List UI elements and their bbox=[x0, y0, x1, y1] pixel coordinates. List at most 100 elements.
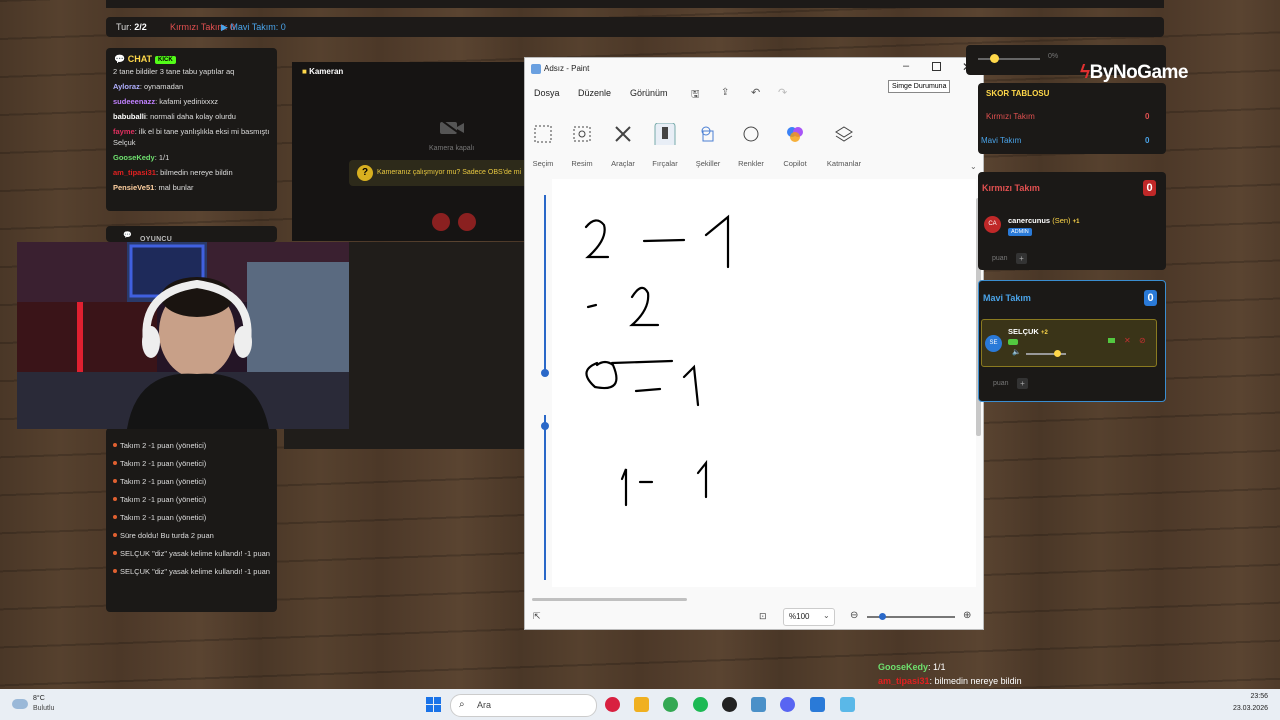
mic-toggle-button[interactable] bbox=[458, 213, 476, 231]
brush-size-slider[interactable] bbox=[537, 195, 553, 587]
chat-username[interactable]: am_tipasi31 bbox=[113, 168, 156, 177]
menu-duzenle[interactable]: Düzenle bbox=[578, 88, 611, 98]
player-chat-header[interactable]: 💬 OYUNCU SOHBETİ bbox=[106, 226, 277, 250]
menu-gorunum[interactable]: Görünüm bbox=[630, 88, 668, 98]
spotify-icon[interactable] bbox=[693, 697, 708, 712]
round-indicator: Tur: 2/2 bbox=[116, 22, 147, 32]
zoom-select[interactable]: %100 ⌄ bbox=[783, 608, 835, 626]
notepad-icon[interactable] bbox=[810, 697, 825, 712]
chat-username[interactable]: babuballi bbox=[113, 112, 146, 121]
palette-icon bbox=[743, 126, 759, 142]
windows-start-icon[interactable] bbox=[426, 697, 441, 712]
chat-message: am_tipasi31: bilmedin nereye bildin bbox=[113, 168, 233, 177]
discord-icon[interactable] bbox=[780, 697, 795, 712]
log-entry: Süre doldu! Bu turda 2 puan bbox=[112, 530, 272, 541]
paint-canvas[interactable] bbox=[552, 179, 976, 587]
windows-taskbar: 8°C Bulutlu ⌕ Ara 23:56 23.03.2026 bbox=[0, 689, 1280, 720]
log-entry: Takım 2 -1 puan (yönetici) bbox=[112, 512, 272, 523]
horizontal-scrollbar[interactable] bbox=[532, 598, 687, 601]
tool-katmanlar[interactable]: Katmanlar bbox=[824, 123, 864, 168]
copilot-icon bbox=[787, 127, 803, 142]
tool-resim[interactable]: Resim bbox=[567, 123, 597, 168]
mute-icon[interactable]: ✕ bbox=[1124, 336, 1131, 345]
search-placeholder: Ara bbox=[477, 700, 492, 710]
chat-message-list[interactable]: 2 tane bildiler 3 tane tabu yaptılar aq A… bbox=[113, 66, 271, 197]
volume-thumb[interactable] bbox=[990, 54, 999, 63]
camera-icon[interactable] bbox=[1108, 338, 1115, 343]
weather-desc[interactable]: Bulutlu bbox=[33, 705, 54, 712]
obs-icon[interactable] bbox=[722, 697, 737, 712]
overlay-chat-message: am_tipasi31: bilmedin nereye bildin bbox=[878, 676, 1022, 686]
webcam-image bbox=[17, 242, 349, 429]
settings-icon[interactable] bbox=[751, 697, 766, 712]
avatar: SE bbox=[985, 335, 1002, 352]
scoreboard-blue-score: 0 bbox=[1145, 136, 1150, 145]
volume-slider[interactable] bbox=[978, 58, 1040, 60]
chat-username[interactable]: PensieVe51 bbox=[113, 183, 154, 192]
tool-fircalar[interactable]: Fırçalar bbox=[650, 123, 680, 168]
red-add-point-button[interactable]: + bbox=[1016, 253, 1027, 264]
cursor-mode-icon[interactable]: ⇱ bbox=[533, 611, 541, 622]
shapes-icon bbox=[701, 126, 714, 142]
blue-player-card: SE SELÇUK +2 🔈 ✕ ⊘ bbox=[981, 319, 1157, 367]
tool-renkler[interactable]: Renkler bbox=[736, 123, 766, 168]
chat-text: bilmedin nereye bildin bbox=[160, 168, 233, 177]
game-log-list[interactable]: Takım 2 -1 puan (yönetici) Takım 2 -1 pua… bbox=[112, 440, 272, 584]
admin-badge: ADMIN bbox=[1008, 228, 1032, 236]
undo-icon[interactable]: ↶ bbox=[751, 86, 760, 99]
tool-copilot[interactable]: Copilot bbox=[780, 123, 810, 168]
log-entry: Takım 2 -1 puan (yönetici) bbox=[112, 440, 272, 451]
file-explorer-icon[interactable] bbox=[634, 697, 649, 712]
camera-toggle-button[interactable] bbox=[432, 213, 450, 231]
chat-title: 💬 CHAT KICK bbox=[114, 54, 176, 65]
player-volume-thumb[interactable] bbox=[1054, 350, 1061, 357]
kick-icon[interactable]: ⊘ bbox=[1139, 336, 1146, 345]
chat-username[interactable]: sudeeenazz bbox=[113, 97, 155, 106]
chat-username[interactable]: GooseKedy bbox=[113, 153, 155, 162]
handwritten-drawing bbox=[584, 214, 730, 507]
save-icon[interactable]: 🖫 bbox=[691, 87, 700, 104]
zoom-out-icon[interactable]: ⊖ bbox=[850, 610, 858, 621]
red-team-score: 0 bbox=[1143, 180, 1156, 196]
blue-add-point-button[interactable]: + bbox=[1017, 378, 1028, 389]
paint-taskbar-icon[interactable] bbox=[840, 697, 855, 712]
weather-temp[interactable]: 8°C bbox=[33, 695, 45, 702]
chat-text: mal bunlar bbox=[158, 183, 194, 192]
menu-dosya[interactable]: Dosya bbox=[534, 88, 560, 98]
top-strip bbox=[106, 0, 1164, 8]
maximize-button[interactable] bbox=[932, 62, 941, 71]
chat-username[interactable]: Ayloraz bbox=[113, 82, 140, 91]
chat-username[interactable]: fayme bbox=[113, 127, 135, 136]
tool-sekiller[interactable]: Şekiller bbox=[693, 123, 723, 168]
tool-araclar[interactable]: Araçlar bbox=[608, 123, 638, 168]
paint-window[interactable]: Adsız - Paint – ✕ Dosya Düzenle Görünüm … bbox=[524, 57, 984, 630]
clock-date[interactable]: 23.03.2026 bbox=[1228, 705, 1268, 712]
blue-team-title: Mavi Takım bbox=[983, 293, 1031, 303]
zoom-in-icon[interactable]: ⊕ bbox=[963, 610, 971, 621]
ribbon-expand-icon[interactable]: ⌄ bbox=[970, 162, 977, 171]
fit-to-window-icon[interactable]: ⊡ bbox=[759, 611, 767, 622]
weather-icon[interactable] bbox=[12, 699, 28, 709]
game-log-panel: Takım 2 -1 puan (yönetici) Takım 2 -1 pua… bbox=[106, 428, 277, 612]
redo-icon[interactable]: ↷ bbox=[778, 86, 787, 99]
chat-message: sudeeenazz: kafami yedinixxxz bbox=[113, 97, 219, 106]
clock-time[interactable]: 23:56 bbox=[1228, 693, 1268, 700]
tools-icon bbox=[615, 126, 631, 142]
speaker-icon[interactable]: 🔈 bbox=[1012, 348, 1021, 356]
overlay-chat-text: : bilmedin nereye bildin bbox=[929, 676, 1022, 686]
camera-warning[interactable]: ? Kameranız çalışmıyor mu? Sadece OBS'de … bbox=[349, 160, 529, 186]
chat-text: 2 tane bildiler 3 tane tabu yaptılar aq bbox=[113, 67, 235, 76]
zoom-slider-thumb[interactable] bbox=[879, 613, 886, 620]
media-player-icon[interactable] bbox=[605, 697, 620, 712]
overlay-chat-username: GooseKedy bbox=[878, 662, 929, 672]
chat-text: oynamadan bbox=[144, 82, 184, 91]
overlay-chat-username: am_tipasi31 bbox=[878, 676, 930, 686]
share-icon[interactable]: ⇪ bbox=[721, 87, 729, 98]
chrome-icon[interactable] bbox=[663, 697, 678, 712]
blue-team-card: Mavi Takım 0 SE SELÇUK +2 🔈 ✕ ⊘ puan + bbox=[978, 280, 1166, 402]
tool-secim[interactable]: Seçim bbox=[528, 123, 558, 168]
red-team-card: Kırmızı Takım 0 CA canercunus (Sen) +1 A… bbox=[978, 172, 1166, 270]
minimize-button[interactable]: – bbox=[903, 60, 909, 72]
taskbar-search[interactable]: ⌕ Ara bbox=[450, 694, 597, 717]
log-entry: Takım 2 -1 puan (yönetici) bbox=[112, 494, 272, 505]
